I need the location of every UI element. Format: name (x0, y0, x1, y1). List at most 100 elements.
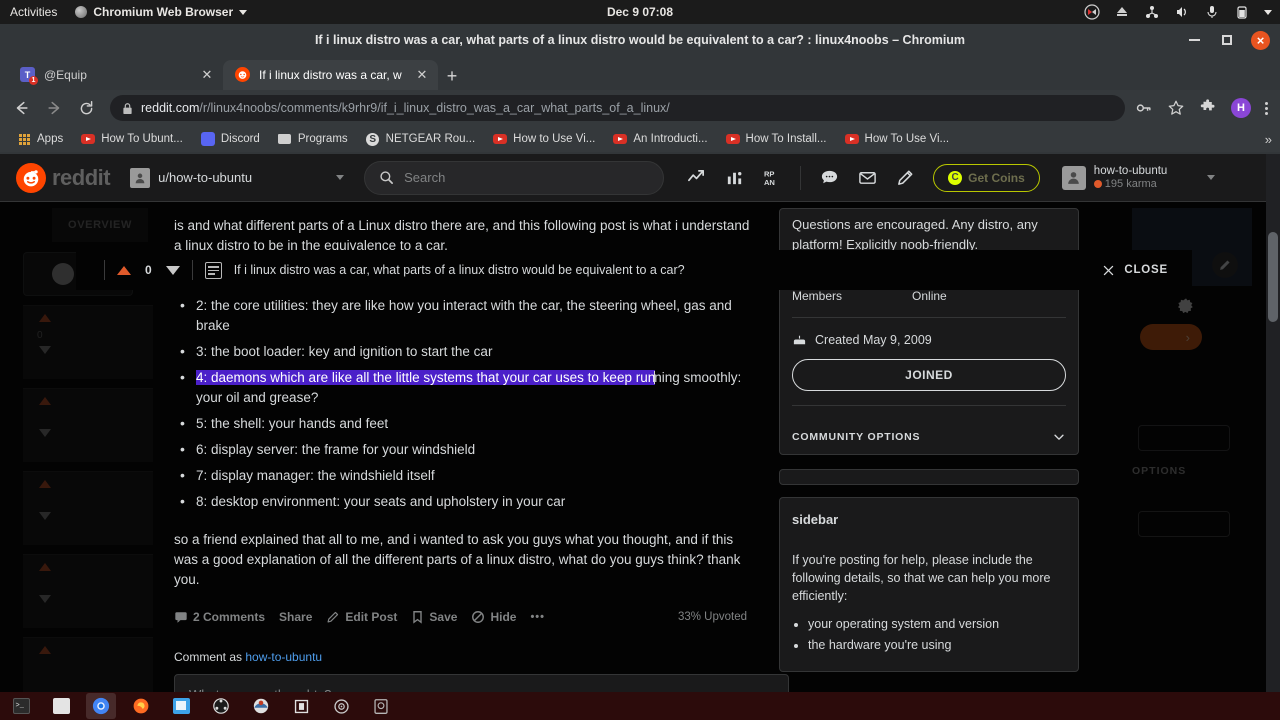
browser-tab-reddit[interactable]: If i linux distro was a car, w ✕ (223, 60, 438, 90)
tab-close-icon[interactable]: ✕ (199, 67, 215, 83)
reddit-logo[interactable]: reddit (16, 163, 110, 193)
avatar (52, 263, 74, 285)
get-coins-button[interactable]: C Get Coins (933, 164, 1040, 192)
battery-icon[interactable] (1234, 4, 1250, 20)
chevron-down-icon[interactable] (1264, 10, 1272, 15)
youtube-icon (845, 132, 859, 146)
user-name: how-to-ubuntu (1094, 165, 1168, 178)
upvote-button[interactable] (117, 266, 131, 275)
joined-button[interactable]: JOINED (792, 359, 1066, 391)
search-input[interactable]: Search (364, 161, 664, 195)
more-options-button[interactable]: ••• (530, 611, 545, 623)
key-icon[interactable] (1135, 99, 1153, 117)
maximize-button[interactable] (1218, 31, 1236, 49)
dropbox-icon[interactable] (1084, 4, 1100, 20)
address-bar[interactable]: reddit.com/r/linux4noobs/comments/k9rhr9… (110, 95, 1125, 121)
microphone-icon[interactable] (1204, 4, 1220, 20)
get-coins-label: Get Coins (968, 171, 1025, 185)
bookmark-discord[interactable]: Discord (192, 128, 269, 150)
bookmark-an-introduction[interactable]: An Introducti... (604, 128, 716, 150)
chat-icon[interactable] (819, 168, 839, 188)
comment-as-username[interactable]: how-to-ubuntu (245, 650, 322, 664)
bookmark-how-to-ubuntu[interactable]: How To Ubunt... (72, 128, 192, 150)
upvote-icon (39, 646, 51, 654)
dock-item-files[interactable] (46, 693, 76, 719)
created-label: Created May 9, 2009 (815, 333, 932, 347)
youtube-icon (493, 132, 507, 146)
back-button[interactable] (8, 94, 36, 122)
search-icon (379, 170, 394, 185)
dock-item-terminal[interactable]: >_ (6, 693, 36, 719)
star-icon[interactable] (1167, 99, 1185, 117)
dock-item-ubuntu-software[interactable] (206, 693, 236, 719)
comment-input[interactable]: What are your thoughts? (174, 674, 789, 692)
browser-menu-icon[interactable] (1265, 102, 1268, 115)
bookmark-apps[interactable]: Apps (8, 128, 72, 150)
downvote-button[interactable] (166, 266, 180, 275)
network-icon[interactable] (1144, 4, 1160, 20)
popular-chart-icon[interactable] (724, 168, 744, 188)
extensions-icon[interactable] (1199, 99, 1217, 117)
hide-icon (471, 610, 485, 624)
list-item: 7: display manager: the windshield itsel… (174, 466, 755, 486)
reddit-icon (235, 67, 251, 83)
reddit-premium-icon[interactable]: RPAN (762, 168, 782, 188)
user-karma: 195 karma (1094, 178, 1168, 191)
printer-icon[interactable] (1114, 4, 1130, 20)
sidebar-text-card: sidebar If you're posting for help, plea… (779, 497, 1079, 672)
community-options-toggle[interactable]: COMMUNITY OPTIONS (792, 420, 1066, 454)
messages-icon[interactable] (857, 168, 877, 188)
create-post-icon[interactable] (895, 168, 915, 188)
user-menu[interactable]: how-to-ubuntu 195 karma (1058, 165, 1220, 191)
share-button[interactable]: Share (279, 610, 312, 624)
firefox-icon (132, 697, 150, 715)
chevron-down-icon (1052, 430, 1066, 444)
post-bullet-list: 1: the linux kernel: engine 2: the core … (174, 270, 755, 512)
tab-badge: 1 (29, 76, 38, 85)
community-picker[interactable]: u/how-to-ubuntu (122, 160, 352, 196)
dock-item-chromium[interactable] (86, 693, 116, 719)
vote-score: 0 (145, 263, 152, 277)
bookmark-programs[interactable]: Programs (269, 128, 357, 150)
dock-item-text-editor[interactable] (166, 693, 196, 719)
help-icon (252, 697, 270, 715)
dock-item-drive[interactable] (366, 693, 396, 719)
upvote-icon (39, 563, 51, 571)
bookmark-how-to-install[interactable]: How To Install... (717, 128, 836, 150)
browser-tab-equip[interactable]: T1 @Equip ✕ (8, 60, 223, 90)
profile-avatar[interactable]: H (1231, 98, 1251, 118)
edit-post-button[interactable]: Edit Post (326, 610, 397, 624)
tab-close-icon[interactable]: ✕ (414, 67, 430, 83)
reddit-wordmark: reddit (52, 165, 110, 191)
downvote-icon (39, 595, 51, 603)
bookmark-netgear[interactable]: S NETGEAR Rou... (357, 128, 484, 150)
bookmark-how-to-use-vi-1[interactable]: How to Use Vi... (484, 128, 604, 150)
system-tray[interactable] (1084, 4, 1272, 20)
members-label: Members (792, 289, 842, 303)
comments-button[interactable]: 2 Comments (174, 610, 265, 624)
tab-strip: T1 @Equip ✕ If i linux distro was a car,… (0, 56, 1280, 90)
hide-button[interactable]: Hide (471, 610, 516, 624)
activities-button[interactable]: Activities (10, 5, 57, 19)
page-scrollbar[interactable] (1266, 154, 1280, 692)
save-button[interactable]: Save (411, 610, 457, 624)
trending-icon[interactable] (686, 168, 706, 188)
dock-item-disk[interactable] (326, 693, 356, 719)
close-button[interactable]: × (1251, 31, 1270, 50)
dock-item-screenshot[interactable] (286, 693, 316, 719)
app-menu-button[interactable]: Chromium Web Browser (75, 5, 247, 19)
dock-item-firefox[interactable] (126, 693, 156, 719)
scrollbar-thumb[interactable] (1268, 232, 1278, 322)
new-tab-button[interactable]: + (438, 62, 466, 90)
bookmark-label: How to Use Vi... (513, 133, 595, 145)
bookmarks-overflow-button[interactable]: » (1265, 132, 1272, 147)
ubuntu-software-icon (212, 697, 230, 715)
volume-icon[interactable] (1174, 4, 1190, 20)
reload-button[interactable] (72, 94, 100, 122)
dock-item-help[interactable] (246, 693, 276, 719)
minimize-button[interactable] (1185, 31, 1203, 49)
forward-button[interactable] (40, 94, 68, 122)
gnome-top-bar: Activities Chromium Web Browser Dec 9 07… (0, 0, 1280, 24)
bookmark-how-to-use-vi-2[interactable]: How To Use Vi... (836, 128, 959, 150)
close-sticky-button[interactable]: CLOSE (1102, 264, 1168, 277)
